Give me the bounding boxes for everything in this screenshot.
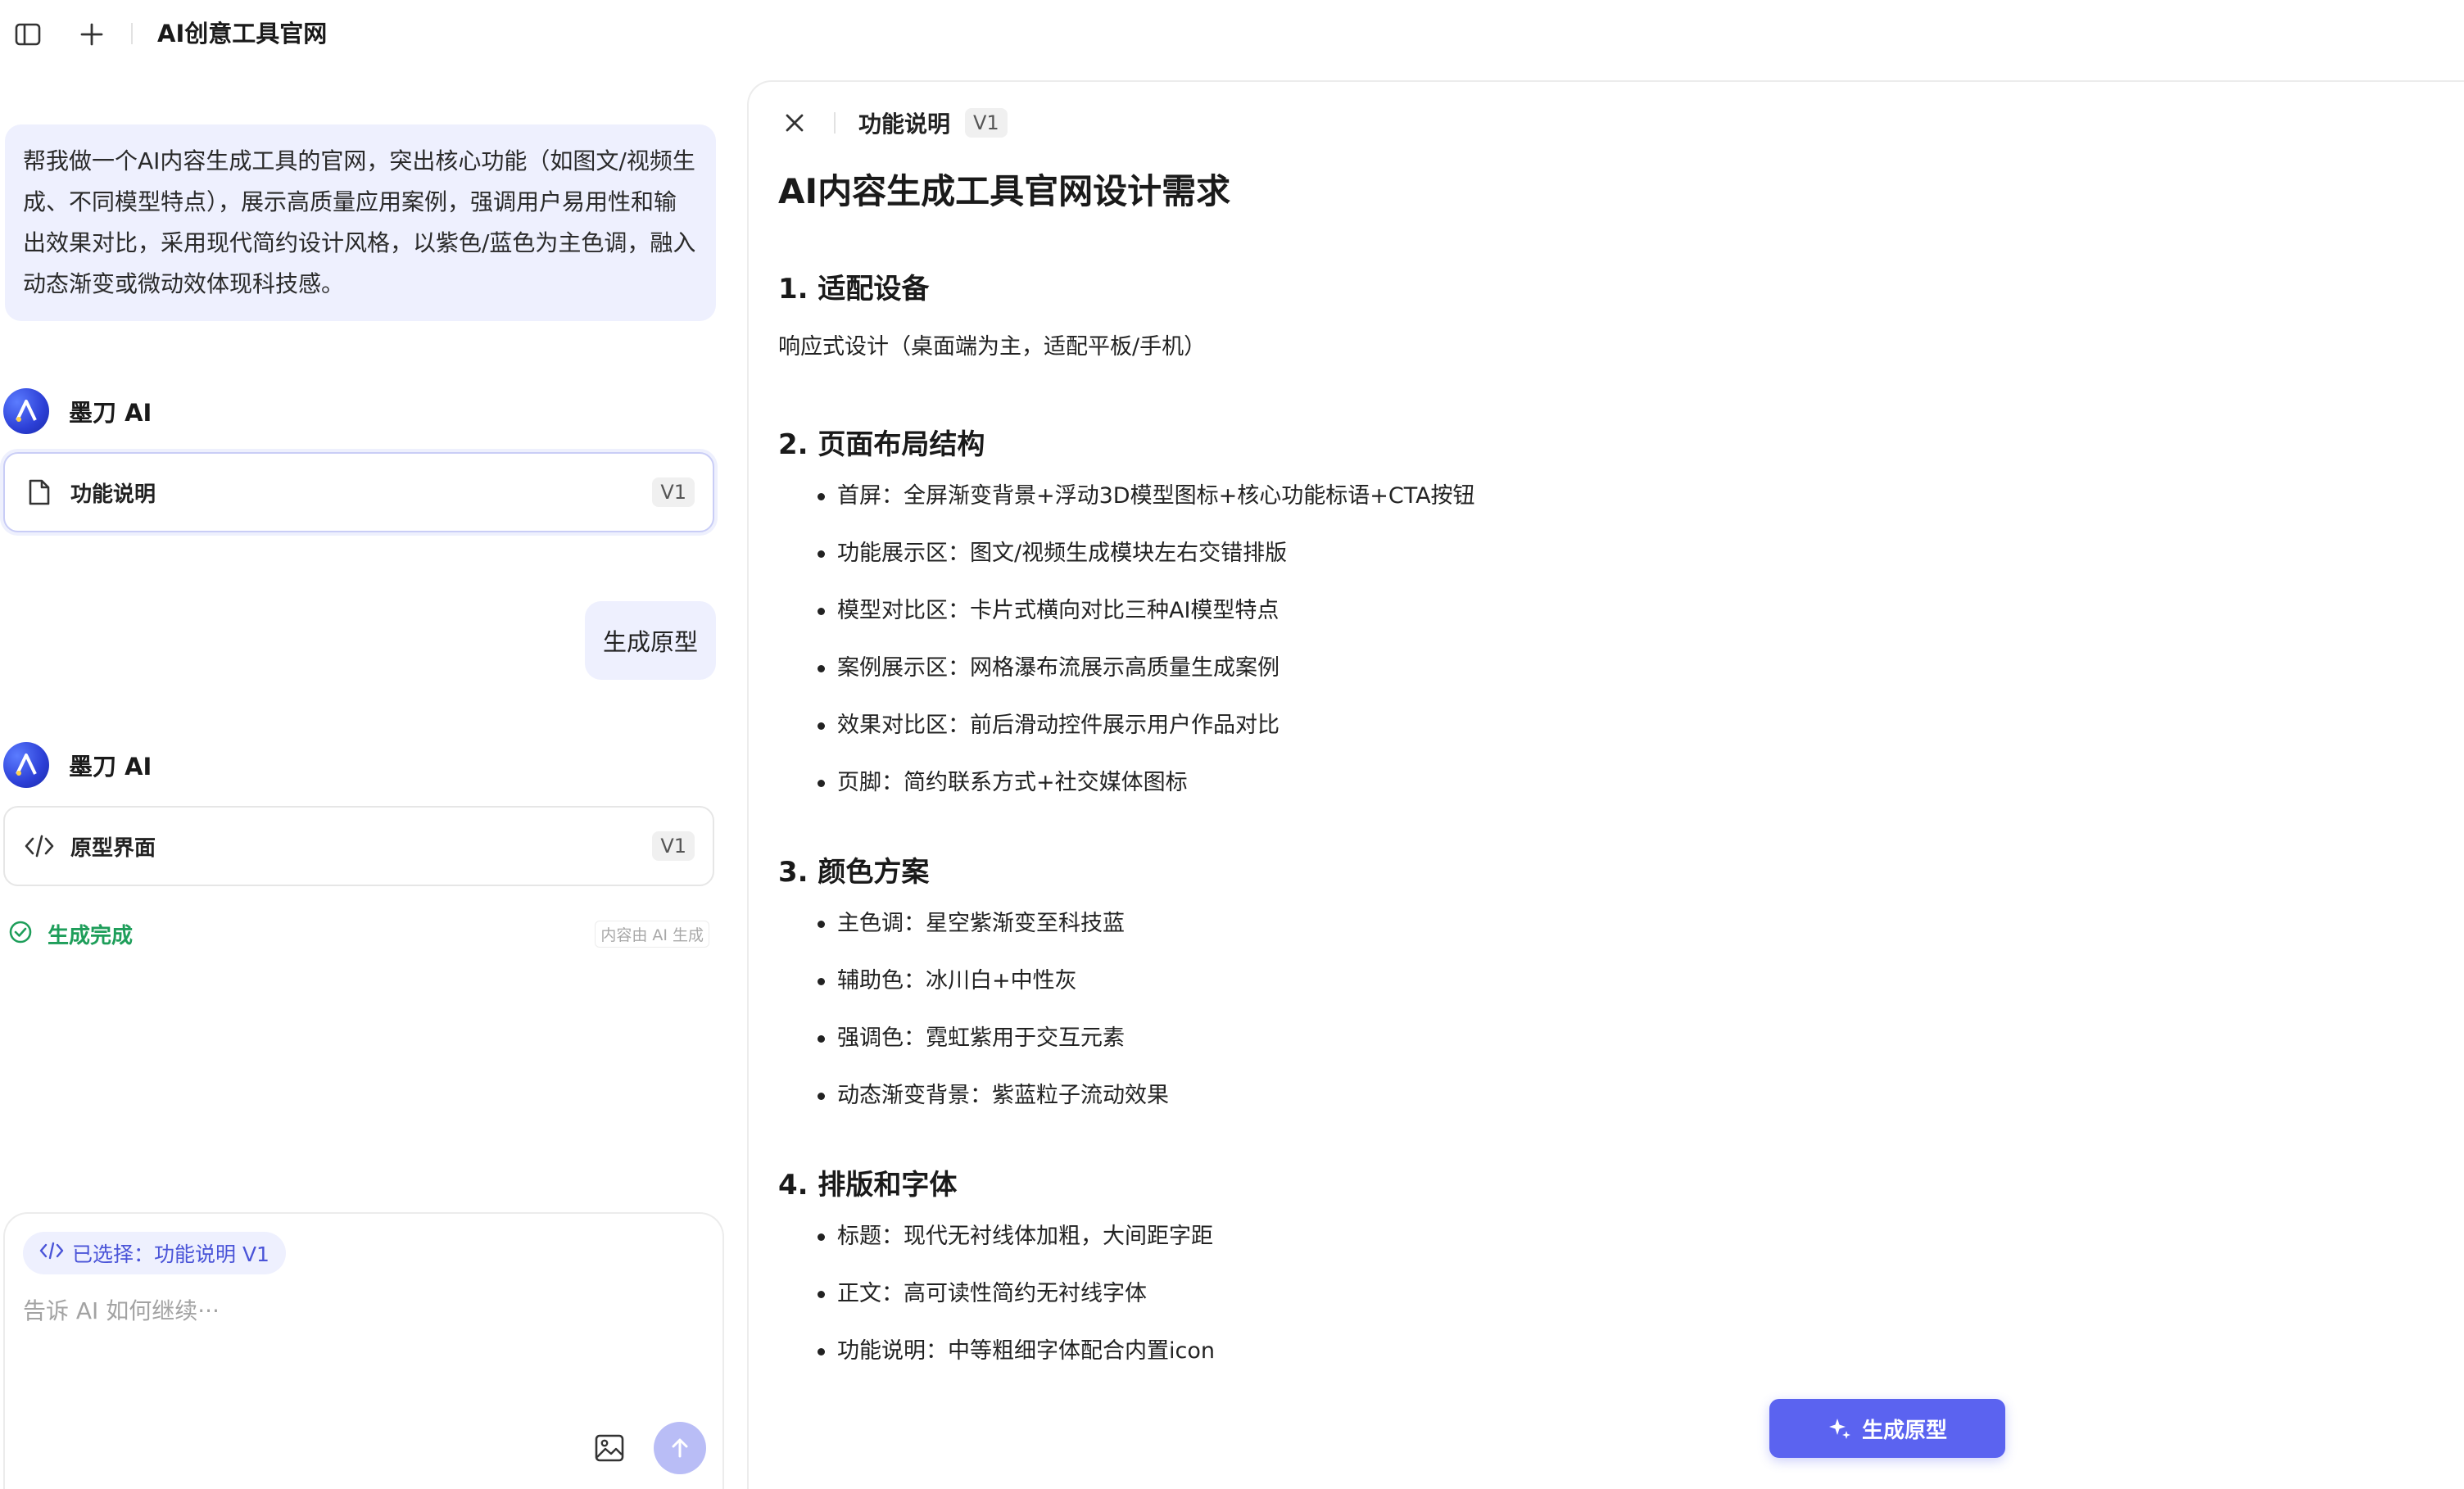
version-badge[interactable]: V1 — [965, 108, 1008, 138]
message-input[interactable] — [23, 1291, 695, 1330]
list-item: 主色调：星空紫渐变至科技蓝 — [778, 907, 2335, 965]
chip-label: 已选择：功能说明 V1 — [72, 1242, 270, 1266]
generate-prototype-button[interactable]: 生成原型 — [1769, 1399, 2005, 1458]
version-badge: V1 — [652, 477, 695, 507]
document-header: 功能说明 V1 — [778, 103, 1008, 143]
status-text: 生成完成 — [48, 923, 134, 948]
sparkle-icon — [1828, 1419, 1850, 1439]
section-heading: 2. 页面布局结构 — [778, 428, 985, 461]
ai-avatar — [3, 742, 49, 788]
list-item: 标题：现代无衬线体加粗，大间距字距 — [778, 1220, 2335, 1278]
close-icon[interactable] — [778, 106, 811, 139]
list-item: 功能展示区：图文/视频生成模块左右交错排版 — [778, 537, 2335, 595]
selected-context-chip[interactable]: 已选择：功能说明 V1 — [23, 1232, 286, 1274]
layout-list: 首屏：全屏渐变背景+浮动3D模型图标+核心功能标语+CTA按钮 功能展示区：图文… — [778, 480, 2335, 824]
sidebar-toggle-icon[interactable] — [11, 18, 44, 51]
send-button[interactable] — [654, 1422, 706, 1474]
button-label: 生成原型 — [1861, 1418, 1947, 1443]
section-heading: 1. 适配设备 — [778, 273, 930, 305]
feature-doc-card[interactable]: 功能说明 V1 — [3, 452, 714, 532]
card-label: 功能说明 — [70, 482, 156, 507]
ai-name: 墨刀 AI — [69, 399, 152, 427]
document-body: AI内容生成工具官网设计需求 1. 适配设备 响应式设计（桌面端为主，适配平板/… — [778, 167, 2335, 1392]
card-label: 原型界面 — [70, 835, 156, 861]
typography-list: 标题：现代无衬线体加粗，大间距字距 正文：高可读性简约无衬线字体 功能说明：中等… — [778, 1220, 2335, 1392]
section-heading: 4. 排版和字体 — [778, 1169, 958, 1202]
document-panel: 功能说明 V1 AI内容生成工具官网设计需求 1. 适配设备 响应式设计（桌面端… — [747, 80, 2464, 1489]
section-paragraph: 响应式设计（桌面端为主，适配平板/手机） — [778, 334, 1207, 360]
document-icon — [23, 476, 56, 509]
project-title: AI创意工具官网 — [157, 20, 328, 48]
code-icon — [39, 1241, 64, 1265]
list-item: 强调色：霓虹紫用于交互元素 — [778, 1022, 2335, 1079]
image-upload-icon[interactable] — [590, 1428, 629, 1468]
document-title: AI内容生成工具官网设计需求 — [778, 171, 1231, 211]
ai-disclaimer: 内容由 AI 生成 — [595, 920, 709, 948]
arrow-up-icon — [672, 1438, 688, 1458]
code-icon — [23, 830, 56, 862]
user-reply-bubble: 生成原型 — [584, 601, 716, 680]
prototype-card[interactable]: 原型界面 V1 — [3, 806, 714, 886]
list-item: 页脚：简约联系方式+社交媒体图标 — [778, 767, 2335, 824]
list-item: 动态渐变背景：紫蓝粒子流动效果 — [778, 1079, 2335, 1137]
list-item: 辅助色：冰川白+中性灰 — [778, 965, 2335, 1022]
list-item: 功能说明：中等粗细字体配合内置icon — [778, 1335, 2335, 1392]
generation-status: 生成完成 内容由 AI 生成 — [8, 917, 709, 950]
top-bar: AI创意工具官网 — [0, 0, 2464, 67]
ai-name: 墨刀 AI — [69, 753, 152, 781]
section-heading: 3. 颜色方案 — [778, 856, 930, 889]
ai-avatar — [3, 388, 49, 434]
color-list: 主色调：星空紫渐变至科技蓝 辅助色：冰川白+中性灰 强调色：霓虹紫用于交互元素 … — [778, 907, 2335, 1137]
user-prompt-bubble: 帮我做一个AI内容生成工具的官网，突出核心功能（如图文/视频生成、不同模型特点）… — [5, 124, 716, 321]
list-item: 模型对比区：卡片式横向对比三种AI模型特点 — [778, 595, 2335, 652]
list-item: 案例展示区：网格瀑布流展示高质量生成案例 — [778, 652, 2335, 709]
topbar-divider — [131, 23, 133, 44]
list-item: 效果对比区：前后滑动控件展示用户作品对比 — [778, 709, 2335, 767]
ai-header: 墨刀 AI — [3, 387, 152, 436]
check-circle-icon — [8, 920, 33, 948]
version-badge: V1 — [652, 831, 695, 861]
list-item: 正文：高可读性简约无衬线字体 — [778, 1278, 2335, 1335]
document-tab-title: 功能说明 — [858, 111, 951, 138]
list-item: 首屏：全屏渐变背景+浮动3D模型图标+核心功能标语+CTA按钮 — [778, 480, 2335, 537]
header-divider — [834, 112, 836, 134]
ai-header: 墨刀 AI — [3, 740, 152, 790]
new-chat-plus-icon[interactable] — [75, 18, 108, 51]
composer: 已选择：功能说明 V1 — [3, 1212, 724, 1489]
